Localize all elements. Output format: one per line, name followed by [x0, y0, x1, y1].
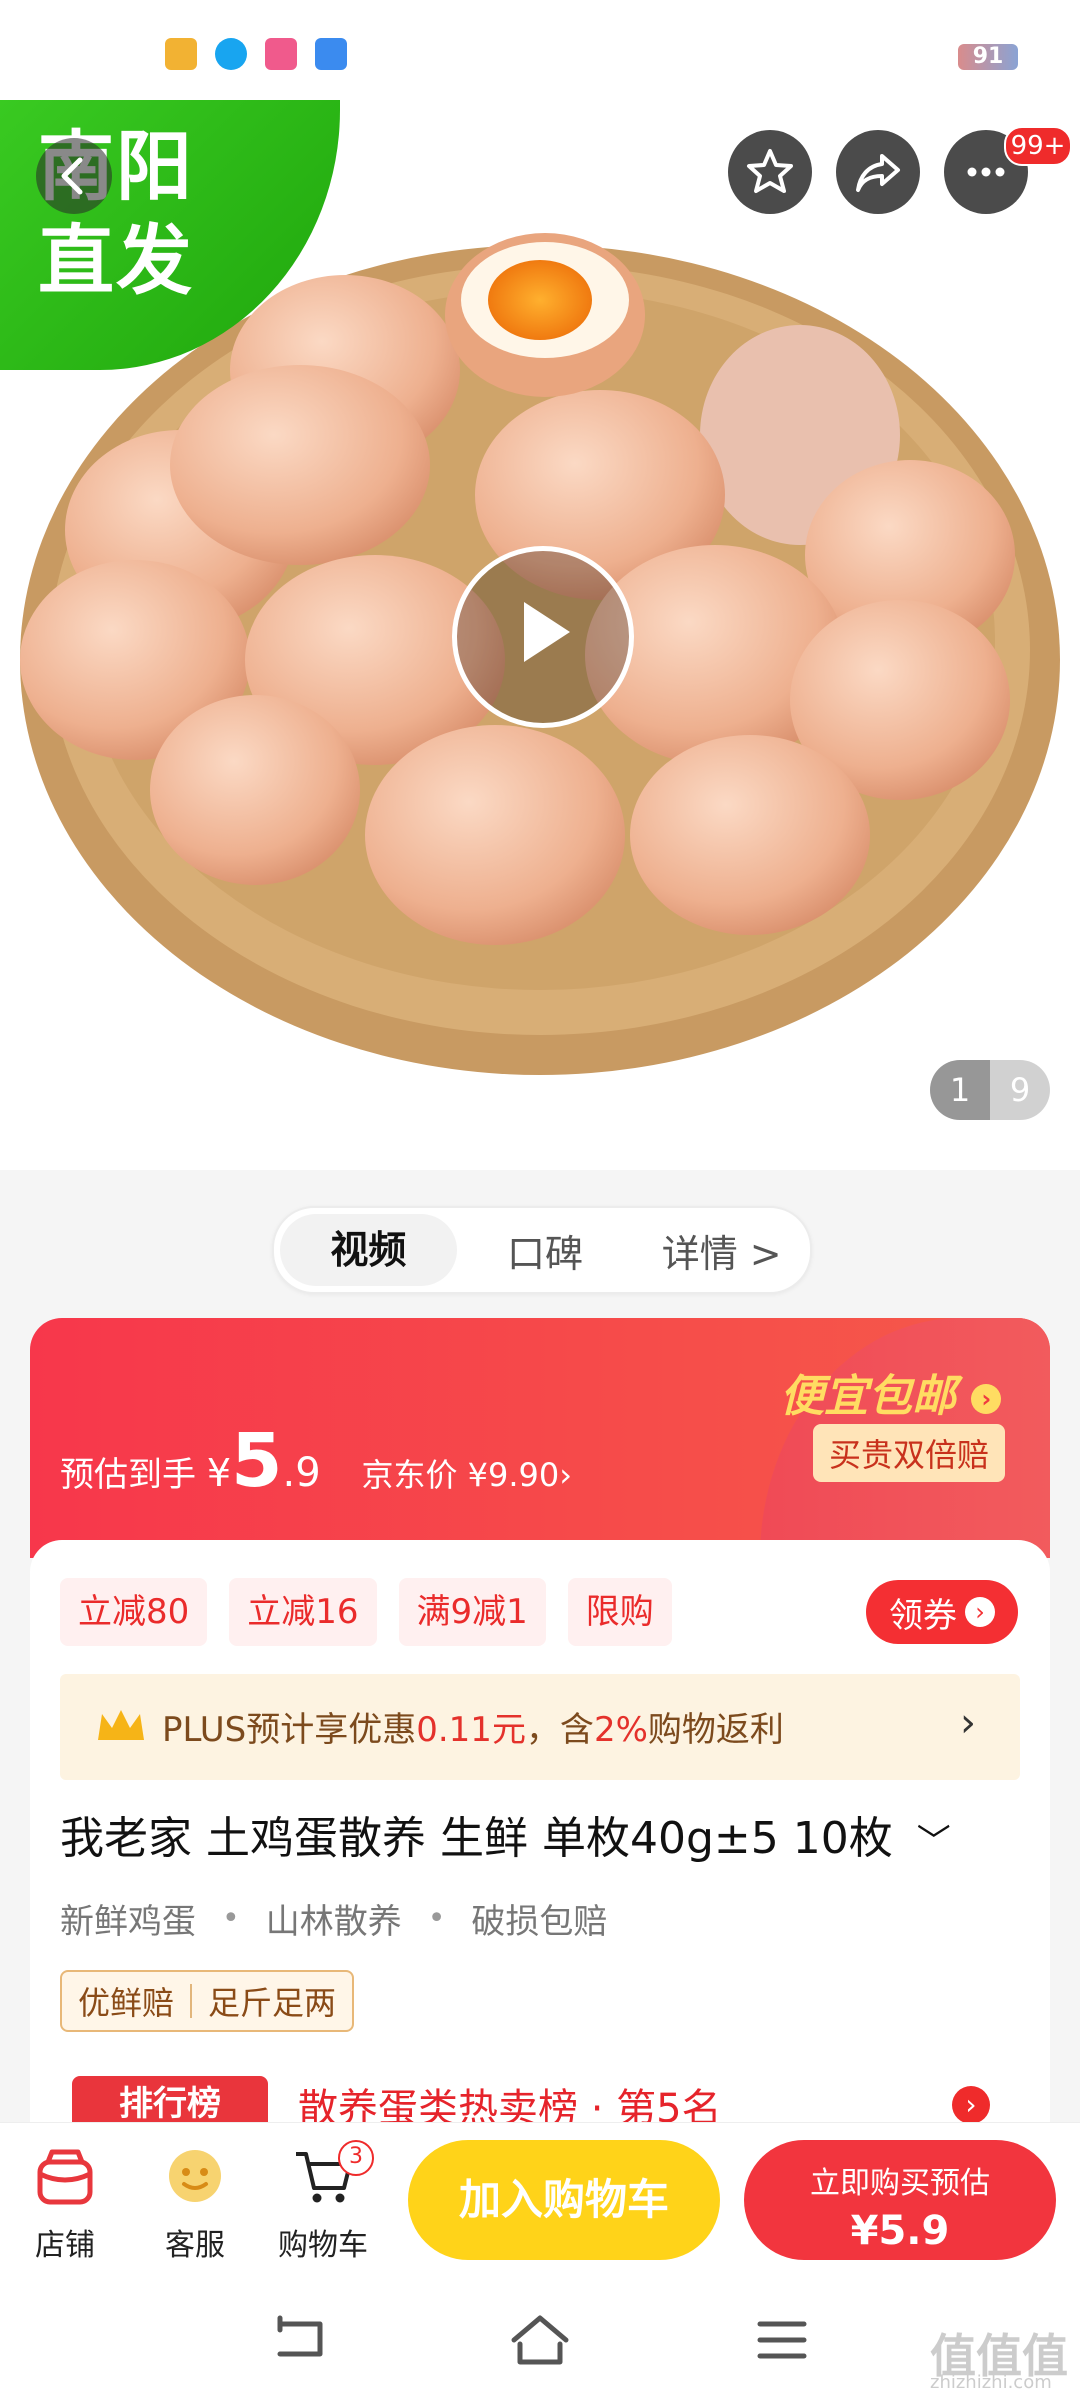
buy-now-label: 立即购买预估 — [810, 2166, 990, 2201]
image-counter-current: 1 — [930, 1060, 990, 1120]
home-nav-icon[interactable] — [508, 2310, 572, 2370]
customer-service-icon — [140, 2142, 250, 2212]
double-refund-badge: 买贵双倍赔 — [813, 1424, 1006, 1482]
chevron-right-icon: › — [965, 1597, 995, 1627]
chevron-right-icon: › — [971, 1384, 1002, 1414]
cart-label: 购物车 — [278, 2228, 368, 2263]
image-counter: 1 9 — [930, 1060, 1050, 1120]
buy-now-button[interactable]: 立即购买预估 ¥5.9 — [744, 2140, 1056, 2260]
back-button[interactable] — [36, 138, 112, 214]
feature-item: 新鲜鸡蛋 — [60, 1902, 196, 1942]
plus-text-prefix: PLUS预计享优惠 — [162, 1710, 417, 1750]
price-card: 预估到手 ¥5.9 京东价 ¥9.90› 便宜包邮 › 买贵双倍赔 — [30, 1318, 1050, 1558]
bilibili-icon — [265, 38, 297, 70]
get-coupon-button[interactable]: 领券 › — [866, 1580, 1018, 1644]
promo-tag[interactable]: 满9减1 — [398, 1578, 546, 1646]
estimated-price: 预估到手 ¥5.9 京东价 ¥9.90› — [60, 1418, 572, 1504]
plus-amount: 0.11元 — [416, 1710, 526, 1750]
back-nav-icon[interactable] — [270, 2310, 330, 2370]
chevron-right-icon: › — [960, 1700, 976, 1746]
battery-indicator: 91 — [958, 44, 1018, 70]
product-features: 新鲜鸡蛋 • 山林散养 • 破损包赔 — [60, 1894, 607, 1943]
buy-now-price: ¥5.9 — [850, 2208, 950, 2254]
plus-percent: 2% — [593, 1710, 648, 1750]
status-bar: 91 — [0, 0, 1080, 100]
chevron-right-icon[interactable]: › — [952, 2086, 990, 2124]
status-app-icons — [165, 38, 347, 70]
separator-dot: • — [427, 1901, 446, 1936]
add-to-cart-button[interactable]: 加入购物车 — [408, 2140, 720, 2260]
feature-item: 山林散养 — [265, 1902, 402, 1942]
promo-tag[interactable]: 限购 — [567, 1578, 672, 1646]
estimate-label: 预估到手 — [60, 1455, 196, 1495]
guarantee-item: 足斤足两 — [208, 1984, 337, 2022]
store-button[interactable]: 店铺 — [10, 2142, 120, 2264]
tab-details[interactable]: 详情 > — [633, 1223, 810, 1278]
product-media-gallery[interactable]: 南阳 直发 99+ 1 9 — [0, 100, 1080, 1170]
play-icon — [524, 602, 570, 662]
store-icon — [10, 2142, 120, 2212]
feature-item: 破损包赔 — [471, 1902, 608, 1942]
plus-text-suffix: 购物返利 — [647, 1710, 784, 1750]
tab-video[interactable]: 视频 — [280, 1214, 457, 1286]
notification-badge: 99+ — [1004, 126, 1072, 166]
crown-icon — [98, 1710, 144, 1740]
plus-benefit-text: PLUS预计享优惠0.11元，含2%购物返利 — [162, 1702, 784, 1751]
separator-dot: • — [222, 1901, 240, 1936]
promo-tag[interactable]: 立减16 — [229, 1578, 377, 1646]
tab-reviews[interactable]: 口碑 — [457, 1223, 634, 1278]
promo-tag[interactable]: 立减80 — [60, 1578, 208, 1646]
guarantee-badges[interactable]: 优鲜赔 足斤足两 — [60, 1970, 355, 2032]
price-currency: ¥ — [206, 1451, 231, 1495]
service-label: 客服 — [165, 2228, 225, 2263]
guarantee-item: 优鲜赔 — [78, 1984, 175, 2022]
price-decimal: .9 — [282, 1450, 321, 1496]
back-arrow-icon — [61, 157, 83, 195]
store-label: 店铺 — [35, 2228, 95, 2263]
price-integer: 5 — [231, 1418, 283, 1504]
qq-icon — [215, 38, 247, 70]
app-notification-icon — [165, 38, 197, 70]
baidu-icon — [315, 38, 347, 70]
plus-benefit-banner[interactable]: PLUS预计享优惠0.11元，含2%购物返利 › — [60, 1674, 1020, 1780]
plus-text-mid: ，含 — [525, 1710, 594, 1750]
coupon-label: 领券 — [889, 1595, 957, 1636]
share-button[interactable] — [836, 130, 920, 214]
cart-count-badge: 3 — [338, 2140, 374, 2176]
favorite-button[interactable] — [728, 130, 812, 214]
menu-nav-icon[interactable] — [752, 2310, 812, 2370]
promo-tags: 立减80 立减16 满9减1 限购 — [60, 1578, 672, 1646]
share-icon — [856, 154, 900, 192]
image-counter-total: 9 — [1009, 1071, 1031, 1109]
media-tabs: 视频 口碑 详情 > — [272, 1206, 812, 1294]
product-title[interactable]: 我老家 土鸡蛋散养 生鲜 单枚40g±5 10枚 ﹀ — [60, 1802, 951, 1866]
product-title-text: 我老家 土鸡蛋散养 生鲜 单枚40g±5 10枚 — [60, 1813, 893, 1864]
free-shipping-label: 便宜包邮 — [780, 1371, 956, 1422]
star-icon — [747, 149, 793, 193]
banner-line-2: 直发 — [38, 216, 194, 305]
jd-price[interactable]: 京东价 ¥9.90› — [361, 1456, 572, 1494]
play-video-button[interactable] — [452, 546, 634, 728]
watermark-url: zhizhizhi.com — [930, 2372, 1052, 2393]
chevron-down-icon: ﹀ — [916, 1822, 951, 1862]
customer-service-button[interactable]: 客服 — [140, 2142, 250, 2264]
free-shipping-link[interactable]: 便宜包邮 › — [780, 1360, 1002, 1424]
